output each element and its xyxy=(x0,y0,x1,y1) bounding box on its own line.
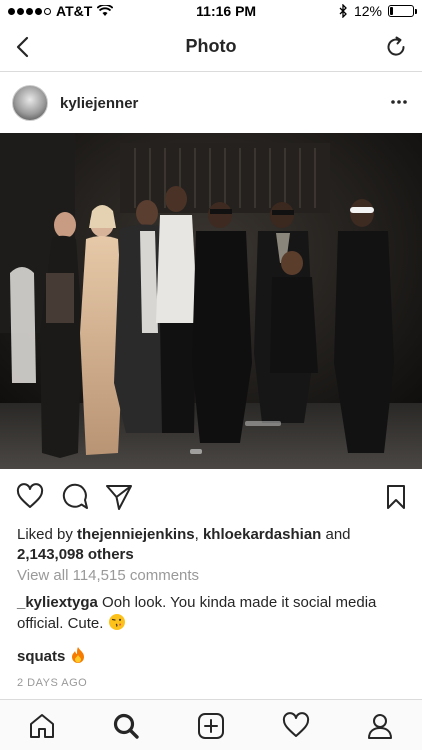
likes-text: Liked by thejenniejenkins, khloekardashi… xyxy=(17,525,412,565)
page-title: Photo xyxy=(185,36,237,56)
likes-prefix: Liked by xyxy=(17,526,78,543)
bookmark-icon[interactable] xyxy=(382,483,410,511)
profile-icon[interactable] xyxy=(366,712,394,740)
comment-item: _kyliextyga Ooh look. You kinda made it … xyxy=(17,592,412,634)
add-icon[interactable] xyxy=(197,712,225,740)
post-timestamp: 2 DAYS AGO xyxy=(17,677,88,689)
post-username[interactable]: kyliejenner xyxy=(60,95,138,112)
post-photo[interactable] xyxy=(0,133,422,469)
post-actions xyxy=(0,477,422,517)
carrier-label: AT&T xyxy=(56,3,93,19)
battery-level-fill xyxy=(389,7,393,15)
chevron-left-icon[interactable] xyxy=(12,35,36,59)
comment-username[interactable]: squats xyxy=(17,648,65,665)
wifi-icon xyxy=(97,5,114,16)
refresh-icon[interactable] xyxy=(384,35,408,59)
home-icon[interactable] xyxy=(28,712,56,740)
search-icon[interactable] xyxy=(112,712,140,740)
likes-separator: , xyxy=(194,526,203,543)
kiss-face-emoji xyxy=(108,614,125,630)
comment-icon[interactable] xyxy=(61,483,89,511)
fire-emoji xyxy=(71,647,84,663)
post-header: kyliejenner xyxy=(0,73,422,133)
heart-icon[interactable] xyxy=(282,712,310,740)
share-icon[interactable] xyxy=(105,483,133,511)
liker-link-2[interactable]: khloekardashian xyxy=(203,526,321,543)
bottom-tab-bar xyxy=(0,699,422,750)
battery-percent: 12% xyxy=(353,3,382,19)
battery-icon xyxy=(387,5,417,17)
nav-bar: Photo xyxy=(0,22,422,72)
heart-icon[interactable] xyxy=(16,483,44,511)
bluetooth-icon xyxy=(339,4,347,18)
comment-item: squats xyxy=(17,646,86,667)
avatar[interactable] xyxy=(12,85,48,121)
likes-count-link[interactable]: 2,143,098 others xyxy=(17,546,134,563)
view-all-comments-link[interactable]: View all 114,515 comments xyxy=(17,567,199,584)
comment-username[interactable]: _kyliextyga xyxy=(17,594,98,611)
status-left: AT&T xyxy=(8,3,114,19)
status-time: 11:16 PM xyxy=(196,3,257,19)
more-dots-icon[interactable] xyxy=(390,95,408,109)
likes-and: and xyxy=(321,526,351,543)
status-bar: AT&T 11:16 PM 12% xyxy=(0,0,422,22)
liker-link-1[interactable]: thejenniejenkins xyxy=(77,526,195,543)
signal-strength-icon xyxy=(8,7,51,15)
group-photo-image xyxy=(0,133,422,469)
status-right: 12% xyxy=(339,3,417,19)
